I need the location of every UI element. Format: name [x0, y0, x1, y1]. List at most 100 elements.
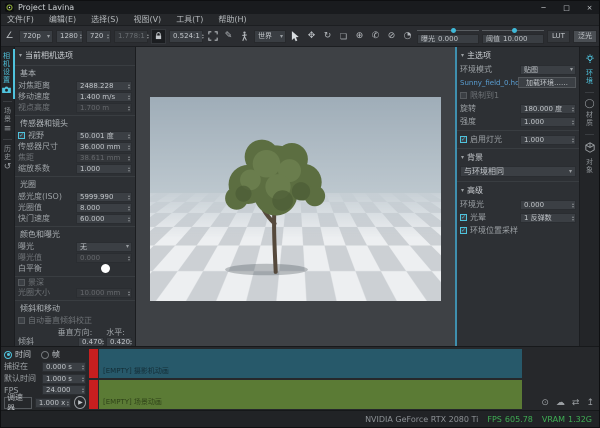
use-lights-checkbox[interactable] [460, 136, 467, 143]
camera-track-body[interactable]: [EMPTY] 摄影机动画 [99, 349, 522, 378]
threshold-input[interactable]: 阈值 10.000 [482, 34, 544, 44]
background-mode-dropdown[interactable]: 与环境相同 [460, 166, 576, 177]
pivot-target-icon[interactable]: ⊕ [353, 29, 366, 44]
rotation-input[interactable]: 180.000 度 [520, 104, 576, 114]
threshold-slider[interactable] [482, 28, 544, 33]
play-button[interactable]: ▶ [74, 396, 86, 409]
minimize-button[interactable]: ─ [534, 1, 553, 14]
focal-length-input: 38.611 mm [76, 153, 132, 163]
menu-edit[interactable]: 编辑(E) [49, 14, 76, 25]
cast-icon[interactable]: ⇄ [572, 398, 580, 408]
record-icon[interactable]: ⊙ [541, 398, 549, 408]
camera-panel-header[interactable]: 当前相机选项 [15, 47, 135, 63]
env-sampling-label: 环境位置采样 [470, 225, 518, 236]
fps-input[interactable]: 24.000 [42, 385, 86, 395]
fstop-input[interactable]: 8.000 [76, 203, 132, 213]
menu-file[interactable]: 文件(F) [7, 14, 34, 25]
close-button[interactable]: × [580, 1, 599, 14]
ambient-input[interactable]: 0.000 [520, 200, 576, 210]
tab-material[interactable]: ◯ 材质 [584, 97, 596, 130]
lock-aspect-icon[interactable] [151, 29, 166, 44]
nav-space-dropdown[interactable]: 世界 [254, 30, 286, 43]
camera-track-marker[interactable] [89, 349, 98, 378]
cloud-icon[interactable]: ☁ [556, 398, 565, 408]
field-row: 环境光 0.000 [457, 198, 579, 211]
pixel-aspect-input[interactable]: 0.524:1 [169, 30, 203, 43]
exposure-input[interactable]: 曝光 0.000 [417, 34, 479, 44]
export-icon[interactable]: ↥ [586, 398, 594, 408]
menu-help[interactable]: 帮助(H) [218, 14, 246, 25]
maximize-button[interactable]: □ [557, 1, 576, 14]
tab-scene[interactable]: 场景 ≡ [2, 104, 14, 137]
speed-label: 调速器 [4, 397, 32, 409]
move-tool-icon[interactable]: ✥ [305, 29, 318, 44]
clamp-checkbox[interactable] [460, 92, 467, 99]
focus-distance-input[interactable]: 2488.228 [76, 81, 132, 91]
viewport-angle-icon[interactable]: ∠ [3, 29, 16, 44]
glow-row: 光晕 1 反弹数 [457, 211, 579, 224]
field-row: 快门速度 60.000 [15, 213, 135, 224]
menu-view[interactable]: 视图(V) [133, 14, 161, 25]
fov-input[interactable]: 50.001 度 [76, 131, 132, 141]
tilt-row: 倾斜 0.470 0.420 [15, 336, 135, 346]
camera-orbit-icon[interactable]: ✆ [369, 29, 382, 44]
shutter-input[interactable]: 60.000 [76, 214, 132, 224]
env-sampling-checkbox[interactable] [460, 227, 467, 234]
time-mode-radio[interactable]: 时间 [4, 349, 31, 360]
exposure-slider[interactable] [417, 28, 479, 33]
render-width-input[interactable]: 1280 [56, 30, 83, 43]
env-mode-dropdown[interactable]: 贴图 [520, 65, 576, 75]
resolution-preset-dropdown[interactable]: 720p [19, 30, 53, 43]
exposure-mode-dropdown[interactable]: 无 [76, 242, 132, 252]
frame-mode-radio[interactable]: 帧 [41, 349, 60, 360]
bloom-toggle-button[interactable]: 泛光 [573, 30, 597, 43]
lights-intensity-input[interactable]: 1.000 [520, 135, 576, 145]
fov-checkbox[interactable] [18, 132, 25, 139]
tilt-vertical-input[interactable]: 0.470 [78, 337, 104, 347]
iso-input[interactable]: 5999.990 [76, 192, 132, 202]
tab-object[interactable]: 对象 [584, 139, 596, 177]
section-basic: 基本 [15, 65, 135, 80]
auto-tilt-checkbox[interactable] [18, 317, 25, 324]
tilt-horizontal-input[interactable]: 0.420 [106, 337, 132, 347]
default-time-input[interactable]: 1.000 s [42, 374, 86, 384]
walk-mode-icon[interactable] [238, 29, 251, 44]
env-panel-header[interactable]: 主选项 [457, 47, 579, 63]
move-speed-input[interactable]: 1.400 m/s [76, 92, 132, 102]
dof-checkbox[interactable] [18, 279, 25, 286]
pen-tool-icon[interactable]: ✎ [222, 29, 235, 44]
menu-select[interactable]: 选择(S) [91, 14, 118, 25]
scene-track-body[interactable]: [EMPTY] 场景动画 [99, 380, 522, 409]
background-header[interactable]: 背景 [457, 148, 579, 165]
render-view[interactable] [150, 97, 441, 301]
camera-track[interactable]: [EMPTY] 摄影机动画 [89, 349, 522, 378]
annotate-icon[interactable]: ⊘ [385, 29, 398, 44]
speed-input[interactable]: 1.000 x [35, 398, 71, 408]
menu-tools[interactable]: 工具(T) [176, 14, 203, 25]
hdr-file-link[interactable]: Sunny_field_0.hdr [460, 79, 518, 87]
load-environment-button[interactable]: 加载环境…… [518, 77, 576, 88]
tab-camera-settings[interactable]: 相机设置 [1, 49, 15, 99]
select-tool-icon[interactable] [289, 29, 302, 44]
lut-toggle-button[interactable]: LUT [547, 30, 570, 43]
tab-environment[interactable]: 环境 [584, 51, 596, 88]
advanced-header[interactable]: 高级 [457, 181, 579, 198]
white-balance-swatch[interactable] [101, 264, 110, 273]
intensity-input[interactable]: 1.000 [520, 117, 576, 127]
glow-bounces-input[interactable]: 1 反弹数 [520, 213, 576, 223]
fullscreen-icon[interactable] [206, 29, 219, 44]
vram-counter-value: 1.32G [568, 415, 592, 424]
viewport[interactable] [136, 47, 455, 346]
snap-input[interactable]: 0.000 s [42, 362, 86, 372]
render-height-input[interactable]: 720 [86, 30, 111, 43]
sensor-size-input[interactable]: 36.000 mm [76, 142, 132, 152]
scene-track[interactable]: [EMPTY] 场景动画 [89, 380, 522, 409]
tab-history[interactable]: 历史 ↺ [2, 142, 14, 175]
rotate-tool-icon[interactable]: ↻ [321, 29, 334, 44]
scale-tool-icon[interactable]: ❏ [337, 29, 350, 44]
glow-checkbox[interactable] [460, 214, 467, 221]
zoom-factor-input[interactable]: 1.000 [76, 164, 132, 174]
scene-track-marker[interactable] [89, 380, 98, 409]
field-row: 传感器尺寸 36.000 mm [15, 141, 135, 152]
gauge-icon[interactable]: ◔ [401, 29, 414, 44]
